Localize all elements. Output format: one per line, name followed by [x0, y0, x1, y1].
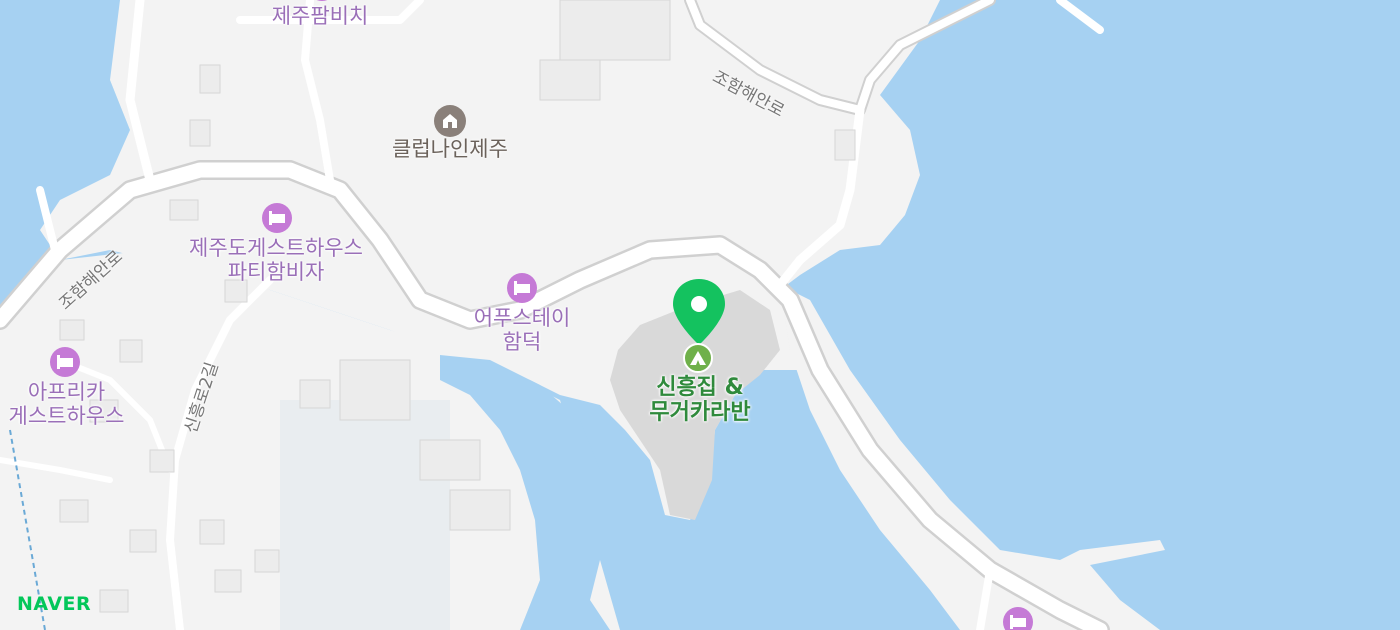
poi-label-club-nine-jeju[interactable]: 클럽나인제주 [375, 137, 525, 161]
poi-label-jeju-guesthouse[interactable]: 제주도게스트하우스 파티함비자 [170, 236, 382, 284]
poi-label-line: 어푸스테이 [473, 306, 571, 330]
poi-label-africa-guesthouse[interactable]: 아프리카 게스트하우스 [0, 380, 133, 428]
poi-label-jeju-farm-beach[interactable]: 제주팜비치 [255, 4, 385, 28]
lodging-icon [262, 203, 292, 233]
lodging-icon [1003, 607, 1033, 630]
lodging-icon [50, 347, 80, 377]
lot-area [280, 400, 450, 630]
destination-label-line: 신흥집 & [656, 375, 744, 400]
poi-label-line: 함덕 [502, 330, 542, 355]
poi-label-line: 아프리카 [27, 380, 106, 404]
poi-label-line: 제주도게스트하우스 [189, 236, 363, 260]
naver-logo[interactable]: NAVER [17, 593, 91, 615]
poi-label-line: 파티함비자 [227, 260, 325, 285]
building-icon [434, 105, 466, 137]
lodging-icon [316, 0, 328, 1]
lodging-icon [507, 273, 537, 303]
map-canvas[interactable]: 제주팜비치 클럽나인제주 조함해안로 조함해안로 제주도게스트하우스 파티함비자… [0, 0, 1400, 630]
poi-label-upstay-hamdeok[interactable]: 어푸스테이 함덕 [462, 306, 582, 354]
camping-icon [683, 343, 713, 373]
location-pin-icon[interactable] [671, 277, 727, 347]
destination-label-line: 무거카라반 [649, 400, 751, 426]
poi-label-line: 게스트하우스 [8, 404, 125, 429]
destination-label[interactable]: 신흥집 & 무거카라반 [630, 375, 770, 426]
